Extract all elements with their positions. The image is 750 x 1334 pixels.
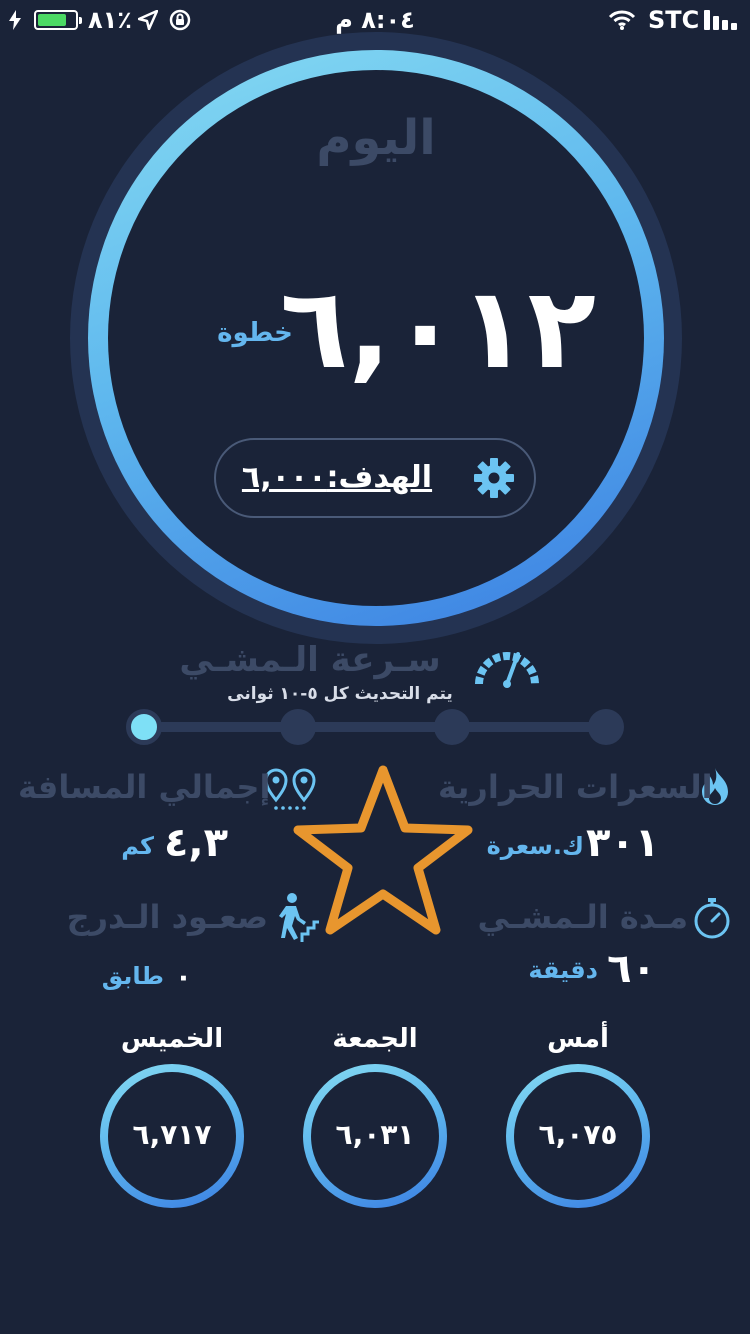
gear-icon[interactable] (472, 456, 516, 500)
distance-title: إجمالي المسافة (18, 768, 271, 806)
day-steps-friday: ٦,٠٣١ (335, 1118, 415, 1151)
wifi-icon (608, 10, 636, 30)
day-steps-yesterday: ٦,٠٧٥ (538, 1118, 618, 1151)
steps-count: ٦,٠١٢ (280, 264, 596, 394)
battery-icon (34, 10, 82, 30)
day-steps-thursday: ٦,٧١٧ (132, 1118, 212, 1151)
distance-value: ٤,٣ (163, 820, 228, 866)
walking-speed-note: يتم التحديث كل ٥-١٠ ثوانى (227, 684, 453, 704)
goal-label[interactable]: الهدف:٦,٠٠٠ (232, 460, 442, 495)
calories-value: ٣٠١ (586, 820, 660, 866)
day-label-thursday: الخميس (120, 1024, 224, 1054)
today-title: اليوم (316, 110, 436, 166)
speed-level-1[interactable] (126, 709, 162, 745)
day-label-friday: الجمعة (332, 1024, 418, 1054)
stairs-value: ٠ (174, 960, 192, 993)
stairs-unit: طابق (101, 962, 164, 990)
rotation-lock-icon (169, 9, 191, 31)
clock: ٨:٠٤ م (335, 6, 415, 34)
speed-level-4[interactable] (588, 709, 624, 745)
signal-icon (704, 10, 737, 30)
stopwatch-icon (694, 898, 730, 939)
duration-value: ٦٠ (607, 946, 656, 992)
location-arrow-icon (138, 10, 158, 30)
speed-level-2[interactable] (280, 709, 316, 745)
walking-speed-title: سـرعة الـمشـي (179, 640, 441, 680)
star-icon[interactable] (288, 762, 478, 946)
day-label-yesterday: أمس (547, 1024, 609, 1054)
steps-unit: خطوة (217, 318, 293, 348)
speedometer-icon (475, 652, 539, 688)
speed-level-3[interactable] (434, 709, 470, 745)
duration-unit: دقيقة (528, 956, 598, 984)
distance-unit: كم (121, 832, 154, 860)
stairs-title: صعـود الـدرج (66, 898, 268, 936)
battery-percent: ٨١٪ (88, 6, 132, 34)
charging-icon (9, 10, 21, 30)
speed-track (144, 722, 608, 732)
carrier-name: STC (648, 6, 700, 34)
calories-unit: ك.سعرة (486, 832, 584, 860)
